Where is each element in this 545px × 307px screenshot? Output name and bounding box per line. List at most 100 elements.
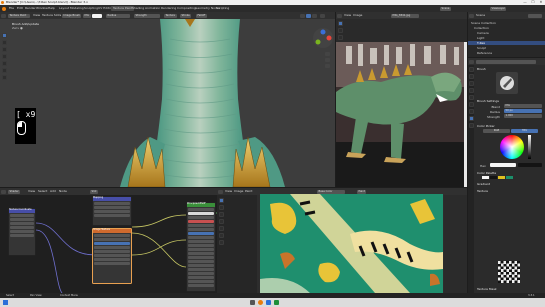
scene-selector[interactable]: Scene [440,6,451,11]
node-image-texture[interactable] [92,228,132,284]
outliner-filter[interactable] [528,13,542,18]
outliner-item-selected[interactable]: T-Rex [468,41,545,45]
primary-color-swatch[interactable] [490,163,516,167]
palette-swatch-yellow[interactable] [498,176,505,179]
hsv-tab[interactable]: HSV [511,129,538,133]
mode-selector[interactable]: Texture Paint [8,13,30,18]
blender-menu-icon[interactable] [2,6,6,11]
material-tab-icon[interactable] [468,116,474,121]
view-layer-selector[interactable]: ViewLayer [490,6,507,11]
shading-rendered-icon[interactable] [312,13,317,18]
mask-tool-icon[interactable] [2,68,7,73]
radius-field[interactable]: Radius [106,13,130,18]
texture-preview[interactable] [498,261,520,283]
properties-search[interactable] [476,59,536,64]
soften-tool-icon[interactable] [2,40,7,45]
smear-tool-icon[interactable] [2,47,7,52]
editor-type-icon[interactable] [1,189,6,194]
image-mode-selector[interactable]: Paint [357,189,367,194]
camera-view-icon[interactable] [325,64,330,68]
reference-viewport[interactable]: View Image IMG_3841.jpg [336,12,467,187]
editor-type-icon[interactable] [469,59,474,64]
node-principled-bsdf[interactable] [186,202,216,292]
pan-view-icon[interactable] [325,58,330,62]
fill-tool-icon[interactable] [219,226,224,231]
reference-image-selector[interactable]: IMG_3841.jpg [391,13,419,18]
menu-view[interactable]: View [28,189,35,194]
outliner-item[interactable]: Camera [477,31,489,35]
smear-tool-icon[interactable] [219,212,224,217]
rotate-tool-icon[interactable] [338,35,343,40]
overlays-icon[interactable] [320,13,325,18]
output-tab-icon[interactable] [468,81,474,86]
outliner-item[interactable]: Light [477,36,485,40]
texture-section-header[interactable]: Texture [477,189,488,193]
palette-label[interactable]: Color Palette [477,171,496,175]
menu-select[interactable]: Select [38,189,47,194]
palette-swatch-white[interactable] [482,176,489,179]
menu-view[interactable]: View [344,13,351,18]
cursor-tool-icon[interactable] [338,21,343,26]
stroke-dropdown[interactable]: Stroke [180,13,192,18]
blend-mode-selector[interactable]: Mix [83,13,91,18]
falloff-dropdown[interactable]: Falloff [196,13,207,18]
brush-color-swatch[interactable] [92,13,102,18]
render-tab-icon[interactable] [468,74,474,79]
blend-value[interactable]: Mix [504,104,542,108]
menu-edit[interactable]: Edit [17,6,23,11]
menu-add[interactable]: Add [50,189,56,194]
slot-selector[interactable]: Slot [90,189,98,194]
shading-material-icon[interactable] [306,13,311,18]
radius-value[interactable]: 50 px [504,109,542,113]
draw-tool-icon[interactable] [2,33,7,38]
scene-tab-icon[interactable] [468,88,474,93]
outliner-item[interactable]: Scene Collection [471,21,496,25]
menu-paint[interactable]: Paint [245,189,252,194]
navigation-gizmo[interactable] [312,27,334,49]
color-wheel[interactable] [500,135,524,159]
brush-selector[interactable]: Image Brush [62,13,82,18]
tab-scripting[interactable]: Scripting [214,6,231,11]
image-editor[interactable]: Base Color Paint [257,188,467,293]
texture-tab-icon[interactable] [468,123,474,128]
menu-image[interactable]: Image [353,13,362,18]
modifier-tab-icon[interactable] [468,109,474,114]
annotate-tool-icon[interactable] [219,240,224,245]
editor-type-icon[interactable] [337,13,342,18]
tree-type-selector[interactable]: Shader [8,189,21,194]
texture-dropdown[interactable]: Texture [164,13,177,18]
move-tool-icon[interactable] [338,28,343,33]
menu-image[interactable]: Image [234,189,243,194]
node-editor[interactable]: Shader View Select Add Node Slot Texture… [0,188,217,293]
editor-type-icon[interactable] [218,189,223,194]
brush-panel-title[interactable]: Brush [477,67,486,71]
clone-tool-icon[interactable] [2,54,7,59]
outliner-item[interactable]: Reference [477,51,492,55]
outliner-item[interactable]: Collection [474,26,489,30]
node-mapping[interactable] [92,196,132,226]
texture-mask-header[interactable]: Texture Mask [477,287,497,291]
image-selector[interactable]: Base Color [317,189,345,194]
color-picker-header[interactable]: Color Picker [477,124,495,128]
node-texture-coordinate[interactable] [8,208,36,256]
editor-type-icon[interactable] [1,13,6,18]
brush-settings-header[interactable]: Brush Settings [477,99,499,103]
mask-tool-icon[interactable] [219,233,224,238]
menu-file[interactable]: File [9,6,14,11]
soften-tool-icon[interactable] [219,205,224,210]
taskbar-app-icon[interactable] [274,300,279,305]
menu-help[interactable]: Help [48,6,55,11]
value-slider[interactable] [528,135,531,159]
draw-tool-icon[interactable] [219,198,224,203]
rgb-tab[interactable]: RGB [483,129,510,133]
brush-preview[interactable] [496,72,518,94]
start-icon[interactable] [3,300,8,305]
zoom-view-icon[interactable] [325,52,330,56]
world-tab-icon[interactable] [468,95,474,100]
clone-tool-icon[interactable] [219,219,224,224]
taskbar-app-icon[interactable] [250,300,255,305]
menu-window[interactable]: Window [36,6,48,11]
gradient-label[interactable]: Gradient [477,182,490,186]
menu-render[interactable]: Render [25,6,36,11]
outliner-item[interactable]: Sculpt [477,46,486,50]
